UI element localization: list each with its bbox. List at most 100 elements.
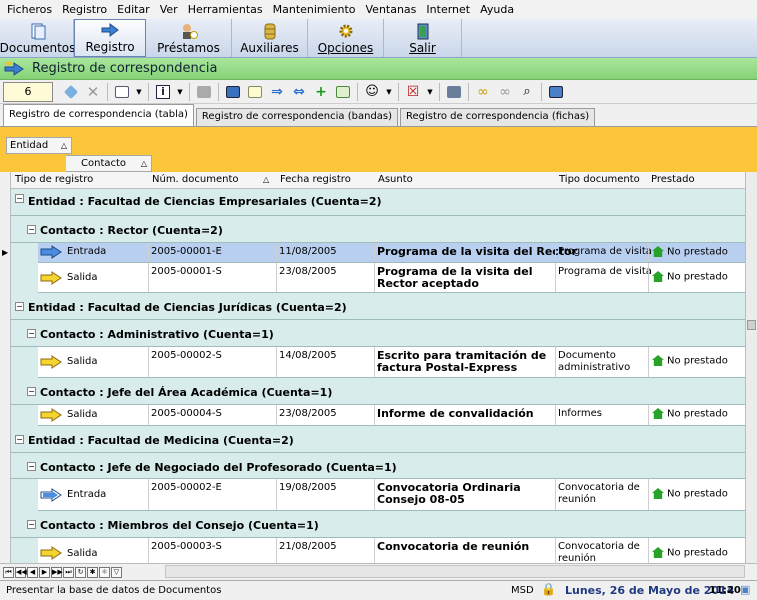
sort-ascending-icon: △ [263,175,270,184]
table-row[interactable]: Entrada 2005-00001-E 11/08/2005 Programa… [38,243,745,263]
cancel-button[interactable]: ☒ [403,83,423,101]
asterisk-button[interactable]: ✱ [87,566,98,578]
cancel-dropdown[interactable]: ▼ [425,83,435,101]
vertical-scrollbar[interactable] [745,172,757,563]
group-chip-label: Entidad [10,140,49,151]
menu-ayuda[interactable]: Ayuda [475,3,519,16]
first-record-button[interactable]: ⏮ [3,566,14,578]
menu-registro[interactable]: Registro [57,3,112,16]
edit-dropdown[interactable]: ▼ [134,83,144,101]
loan-dropdown[interactable]: ▼ [384,83,394,101]
nav-prestamos-button[interactable]: Préstamos [146,19,232,57]
nav-salir-button[interactable]: Salir [384,19,462,57]
tab-fichas[interactable]: Registro de correspondencia (fichas) [400,108,596,126]
collapse-icon[interactable]: − [27,225,36,234]
table-row[interactable]: Salida 2005-00002-S 14/08/2005 Escrito p… [38,347,745,378]
nav-documentos-button[interactable]: Documentos [0,19,75,57]
status-time: 11:20 [709,585,741,596]
cell-asunto: Programa de la visita del Rector aceptad… [377,265,533,290]
table-row[interactable]: Salida 2005-00001-S 23/08/2005 Programa … [38,263,745,293]
group-row-contacto[interactable]: − Contacto : Rector (Cuenta=2) [11,216,745,243]
menu-herramientas[interactable]: Herramientas [183,3,268,16]
list-button[interactable] [333,83,353,101]
collapse-icon[interactable]: − [15,435,24,444]
arrow-transfer-icon: ⇔ [293,83,305,100]
tab-tabla[interactable]: Registro de correspondencia (tabla) [3,104,194,126]
nav-opciones-button[interactable]: Opciones [308,19,384,57]
table-row[interactable]: Salida 2005-00004-S 23/08/2005 Informe d… [38,405,745,426]
column-tipo-documento[interactable]: Tipo documento [559,174,640,185]
search-button[interactable]: ⌕ [517,83,537,101]
menu-ver[interactable]: Ver [155,3,183,16]
unlink-button[interactable]: ∞ [495,83,515,101]
menu-mantenimiento[interactable]: Mantenimiento [268,3,361,16]
collapse-icon[interactable]: − [27,520,36,529]
cell-fecha: 23/08/2005 [279,408,337,419]
column-asunto[interactable]: Asunto [378,174,413,185]
cell-tipodoc: Informes [558,408,602,419]
collapse-icon[interactable]: − [27,329,36,338]
nav-registro-button[interactable]: Registro [74,19,146,57]
group-row-contacto[interactable]: − Contacto : Jefe del Área Académica (Cu… [11,378,745,405]
collapse-icon[interactable]: − [15,194,24,203]
cell-prestado: No prestado [652,547,728,560]
link-button[interactable]: ∞ [473,83,493,101]
previous-page-button[interactable]: ◀◀ [15,566,27,578]
folder-icon [197,85,211,98]
delete-button[interactable]: ✕ [83,83,103,101]
group-row-contacto[interactable]: − Contacto : Jefe de Negociado del Profe… [11,453,745,479]
group-row-entidad[interactable]: − Entidad : Facultad de Ciencias Empresa… [11,189,745,216]
arrow-transfer-button[interactable]: ⇔ [289,83,309,101]
next-record-button[interactable]: ▶ [39,566,50,578]
info-button[interactable]: i [153,83,173,101]
prestado-label: No prestado [667,488,728,500]
menu-ficheros[interactable]: Ficheros [2,3,57,16]
loan-button[interactable]: ☺ [362,83,382,101]
group-row-entidad[interactable]: − Entidad : Facultad de Ciencias Jurídic… [11,293,745,320]
note-button[interactable] [245,83,265,101]
monitor-button[interactable] [223,83,243,101]
correspondence-icon [4,61,24,76]
cell-tipodoc: Documento administrativo [558,350,631,373]
column-tipo-registro[interactable]: Tipo de registro [15,174,93,185]
column-prestado[interactable]: Prestado [651,174,695,185]
filter-button[interactable]: ▽ [111,566,122,578]
group-row-contacto[interactable]: − Contacto : Administrativo (Cuenta=1) [11,320,745,347]
horizontal-scrollbar[interactable] [165,565,745,578]
collapse-icon[interactable]: − [15,302,24,311]
nav-auxiliares-button[interactable]: Auxiliares [232,19,308,57]
refresh-button[interactable]: ↻ [75,566,86,578]
collapse-icon[interactable]: − [27,387,36,396]
menu-editar[interactable]: Editar [112,3,155,16]
diamond-button[interactable] [61,83,81,101]
cell-prestado: No prestado [652,408,728,421]
folder-button[interactable] [194,83,214,101]
group-chip-contacto[interactable]: Contacto △ [66,155,152,172]
last-record-button[interactable]: ⏭ [63,566,74,578]
cell-num: 2005-00001-E [151,246,222,257]
scroll-thumb[interactable] [747,320,756,330]
column-num-documento[interactable]: Núm. documento [152,174,239,185]
print-button[interactable] [444,83,464,101]
arrow-right-button[interactable]: ⇒ [267,83,287,101]
group-row-entidad[interactable]: − Entidad : Facultad de Medicina (Cuenta… [11,426,745,453]
group-row-contacto[interactable]: − Contacto : Miembros del Consejo (Cuent… [11,511,745,538]
record-count-field[interactable]: 6 [3,81,53,102]
next-page-button[interactable]: ▶▶ [51,566,63,578]
collapse-icon[interactable]: − [27,462,36,471]
add-register-button[interactable]: + [311,83,331,101]
home-icon [652,355,664,366]
menu-ventanas[interactable]: Ventanas [361,3,422,16]
person-clock-icon: ☺ [365,84,379,99]
menu-internet[interactable]: Internet [421,3,475,16]
group-chip-entidad[interactable]: Entidad △ [6,137,72,154]
view-button[interactable] [546,83,566,101]
previous-record-button[interactable]: ◀ [27,566,38,578]
column-fecha-registro[interactable]: Fecha registro [280,174,351,185]
asterisk-disabled-button[interactable]: ✱ [99,566,110,578]
info-dropdown[interactable]: ▼ [175,83,185,101]
table-row[interactable]: Entrada 2005-00002-E 19/08/2005 Convocat… [38,479,745,511]
tab-bandas[interactable]: Registro de correspondencia (bandas) [195,108,399,126]
table-row[interactable]: Salida 2005-00003-S 21/08/2005 Convocato… [38,538,745,563]
edit-button[interactable] [112,83,132,101]
